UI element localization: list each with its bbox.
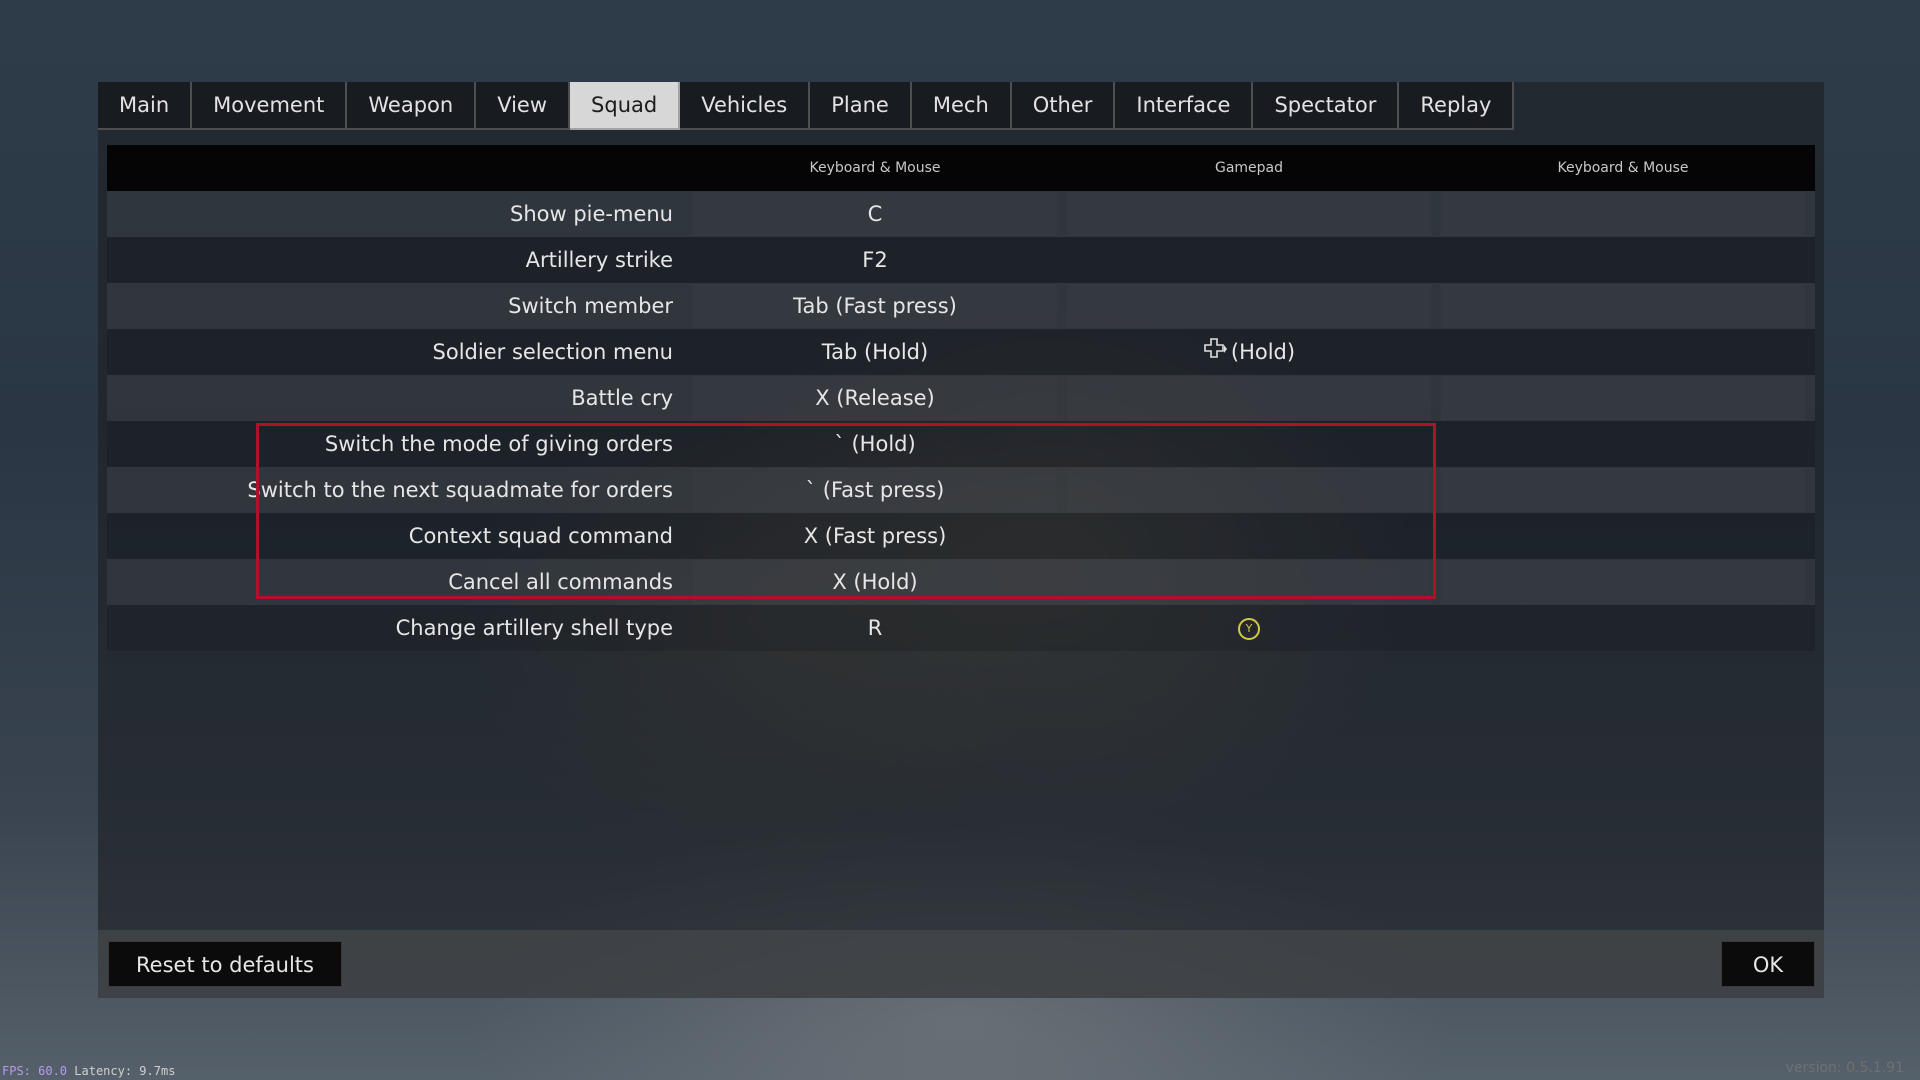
tab-movement[interactable]: Movement bbox=[192, 82, 348, 130]
table-header: Keyboard & Mouse Gamepad Keyboard & Mous… bbox=[107, 145, 1815, 191]
action-label: Change artillery shell type bbox=[395, 616, 673, 640]
tab-replay[interactable]: Replay bbox=[1399, 82, 1515, 130]
alt-binding[interactable] bbox=[1441, 284, 1805, 328]
gamepad-binding[interactable] bbox=[1067, 238, 1431, 282]
action-label: Battle cry bbox=[571, 386, 673, 410]
action-label: Switch to the next squadmate for orders bbox=[247, 478, 673, 502]
gamepad-binding[interactable] bbox=[1067, 192, 1431, 236]
version-label: version: 0.5.1.91 bbox=[1785, 1060, 1904, 1076]
alt-binding[interactable] bbox=[1441, 330, 1805, 374]
action-label: Cancel all commands bbox=[448, 570, 673, 594]
action-label: Artillery strike bbox=[525, 248, 673, 272]
keyboard-binding[interactable]: R bbox=[693, 606, 1057, 650]
alt-binding[interactable] bbox=[1441, 514, 1805, 558]
header-keyboard-mouse-alt: Keyboard & Mouse bbox=[1557, 160, 1689, 176]
table-row: Switch the mode of giving orders ` (Hold… bbox=[107, 421, 1815, 467]
alt-binding[interactable] bbox=[1441, 606, 1805, 650]
keyboard-binding[interactable]: X (Release) bbox=[693, 376, 1057, 420]
table-row: Cancel all commands X (Hold) bbox=[107, 559, 1815, 605]
tab-squad[interactable]: Squad bbox=[570, 82, 681, 130]
tab-view[interactable]: View bbox=[476, 82, 571, 130]
table-row: Context squad command X (Fast press) bbox=[107, 513, 1815, 559]
y-button-icon: Y bbox=[1238, 618, 1260, 640]
keyboard-binding[interactable]: X (Fast press) bbox=[693, 514, 1057, 558]
table-body: Show pie-menu C Artillery strike F2 Swit… bbox=[107, 191, 1815, 651]
keyboard-binding[interactable]: Tab (Hold) bbox=[693, 330, 1057, 374]
gamepad-binding[interactable] bbox=[1067, 514, 1431, 558]
alt-binding[interactable] bbox=[1441, 560, 1805, 604]
action-label: Show pie-menu bbox=[510, 202, 673, 226]
gamepad-binding[interactable] bbox=[1067, 284, 1431, 328]
ok-button[interactable]: OK bbox=[1721, 941, 1815, 987]
action-label: Switch member bbox=[508, 294, 673, 318]
table-row: Switch to the next squadmate for orders … bbox=[107, 467, 1815, 513]
header-gamepad: Gamepad bbox=[1214, 160, 1284, 176]
gamepad-binding[interactable]: (Hold) bbox=[1067, 330, 1431, 374]
tab-plane[interactable]: Plane bbox=[810, 82, 912, 130]
keyboard-binding[interactable]: ` (Hold) bbox=[693, 422, 1057, 466]
alt-binding[interactable] bbox=[1441, 468, 1805, 512]
gamepad-binding-text: (Hold) bbox=[1230, 340, 1296, 364]
table-row: Battle cry X (Release) bbox=[107, 375, 1815, 421]
reset-defaults-button[interactable]: Reset to defaults bbox=[108, 941, 342, 987]
table-row: Change artillery shell type R Y bbox=[107, 605, 1815, 651]
alt-binding[interactable] bbox=[1441, 238, 1805, 282]
keyboard-binding[interactable]: X (Hold) bbox=[693, 560, 1057, 604]
header-keyboard-mouse: Keyboard & Mouse bbox=[809, 160, 941, 176]
keyboard-binding[interactable]: Tab (Fast press) bbox=[693, 284, 1057, 328]
keybind-table: Keyboard & Mouse Gamepad Keyboard & Mous… bbox=[107, 145, 1815, 651]
tab-other[interactable]: Other bbox=[1011, 82, 1116, 130]
alt-binding[interactable] bbox=[1441, 376, 1805, 420]
keyboard-binding[interactable]: ` (Fast press) bbox=[693, 468, 1057, 512]
latency-label: Latency: bbox=[74, 1064, 133, 1078]
gamepad-binding[interactable] bbox=[1067, 468, 1431, 512]
tab-weapon[interactable]: Weapon bbox=[347, 82, 477, 130]
fps-value: FPS: 60.0 bbox=[2, 1064, 68, 1078]
bottom-bar bbox=[98, 930, 1824, 998]
tab-interface[interactable]: Interface bbox=[1115, 82, 1254, 130]
action-label: Soldier selection menu bbox=[432, 340, 673, 364]
gamepad-binding[interactable] bbox=[1067, 376, 1431, 420]
table-row: Show pie-menu C bbox=[107, 191, 1815, 237]
tab-mech[interactable]: Mech bbox=[911, 82, 1012, 130]
table-row: Soldier selection menu Tab (Hold) (Hold) bbox=[107, 329, 1815, 375]
action-label: Context squad command bbox=[408, 524, 673, 548]
dpad-right-icon bbox=[1203, 331, 1227, 375]
table-row: Artillery strike F2 bbox=[107, 237, 1815, 283]
keyboard-binding[interactable]: F2 bbox=[693, 238, 1057, 282]
table-row: Switch member Tab (Fast press) bbox=[107, 283, 1815, 329]
tab-vehicles[interactable]: Vehicles bbox=[680, 82, 811, 130]
tab-bar: Main Movement Weapon View Squad Vehicles… bbox=[98, 82, 1515, 130]
alt-binding[interactable] bbox=[1441, 422, 1805, 466]
gamepad-binding[interactable] bbox=[1067, 560, 1431, 604]
latency-value: 9.7ms bbox=[139, 1064, 176, 1078]
action-label: Switch the mode of giving orders bbox=[324, 432, 673, 456]
gamepad-binding[interactable]: Y bbox=[1067, 606, 1431, 650]
tab-spectator[interactable]: Spectator bbox=[1253, 82, 1400, 130]
tab-main[interactable]: Main bbox=[98, 82, 193, 130]
keyboard-binding[interactable]: C bbox=[693, 192, 1057, 236]
fps-counter: FPS: 60.0 Latency: 9.7ms bbox=[2, 1064, 175, 1078]
alt-binding[interactable] bbox=[1441, 192, 1805, 236]
gamepad-binding[interactable] bbox=[1067, 422, 1431, 466]
